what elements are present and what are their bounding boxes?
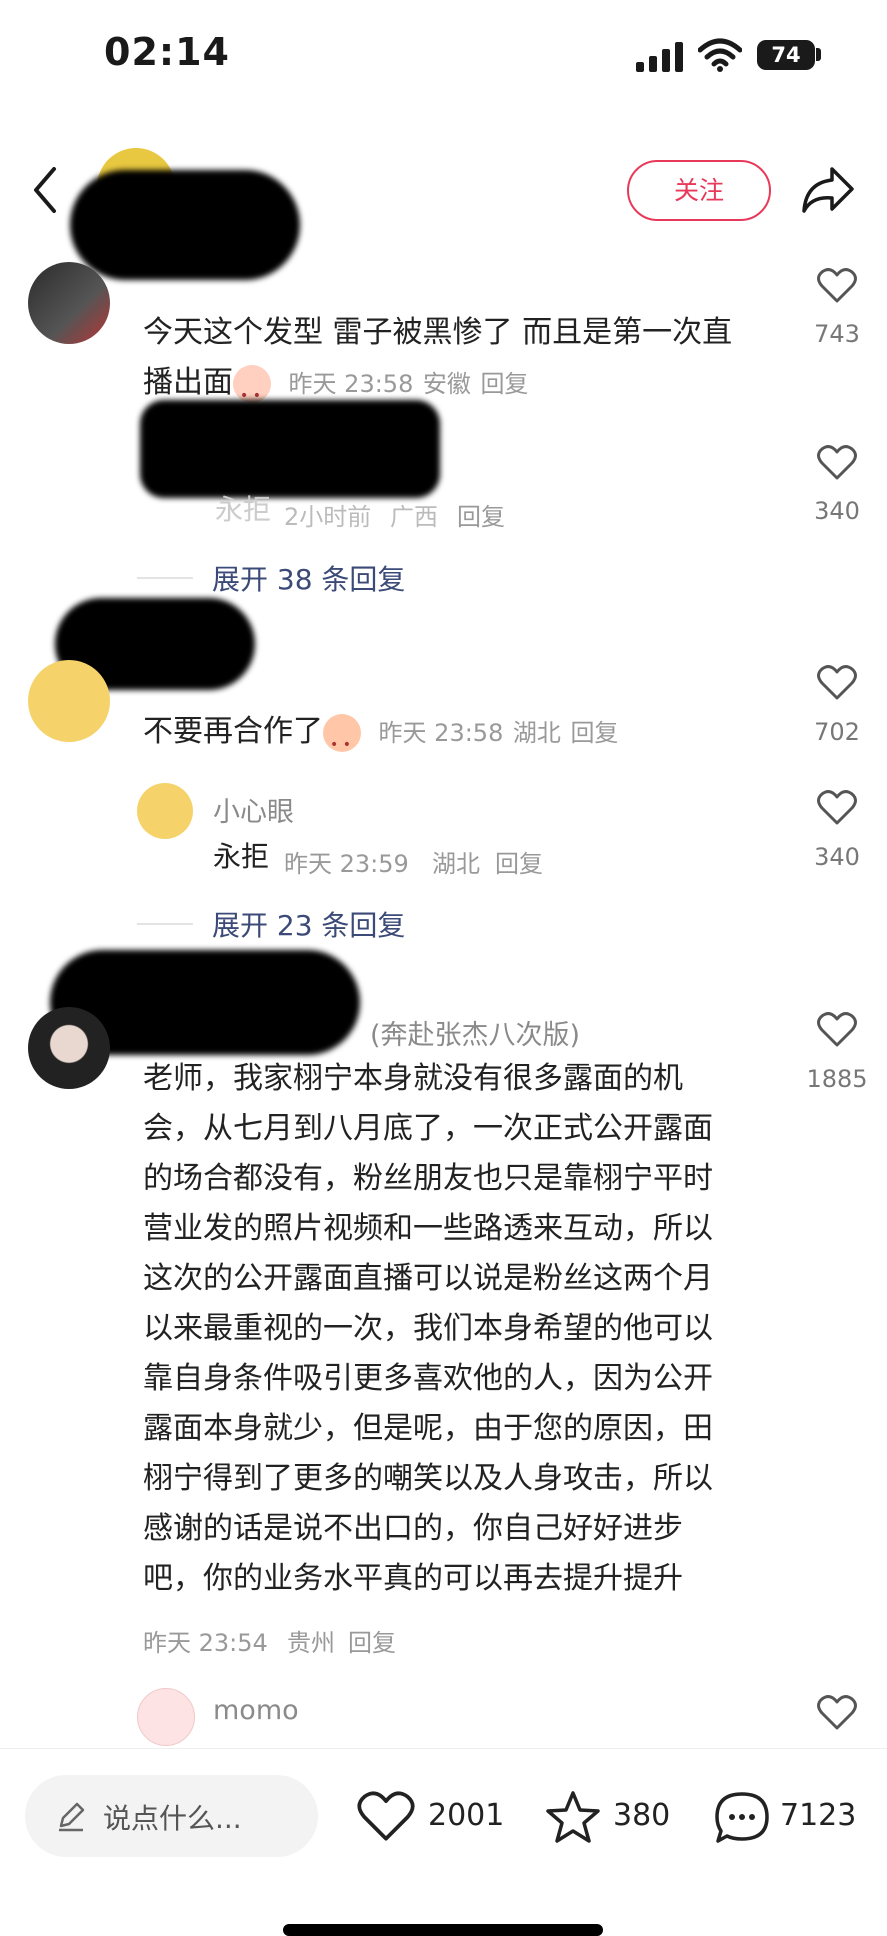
reply-text: 永拒 <box>213 840 270 873</box>
comment-line: 这次的公开露面直播可以说是粉丝这两个月 <box>143 1261 713 1296</box>
heart-icon[interactable] <box>817 1012 857 1048</box>
heart-icon[interactable] <box>817 445 857 481</box>
comment-bubble-icon[interactable] <box>713 1789 771 1845</box>
comment-input-placeholder[interactable]: 说点什么... <box>103 1797 242 1837</box>
comment-line: 营业发的照片视频和一些路透来互动，所以 <box>143 1211 713 1246</box>
comment-line: 老师，我家栩宁本身就没有很多露面的机 <box>143 1061 683 1096</box>
home-indicator <box>283 1924 603 1936</box>
battery-indicator: 74 <box>757 40 815 70</box>
comment-total: 7123 <box>780 1798 857 1833</box>
comment-time: 昨天 23:58 <box>288 370 414 398</box>
reply-avatar[interactable] <box>137 1688 195 1746</box>
comment-text-line1: 今天这个发型 雷子被黑惨了 而且是第一次直 <box>143 315 733 350</box>
redacted-author-name <box>70 170 300 280</box>
follow-button[interactable]: 关注 <box>627 160 771 221</box>
back-arrow-icon[interactable] <box>30 165 60 215</box>
divider <box>137 577 193 579</box>
comment-line: 露面本身就少，但是呢，由于您的原因，田 <box>143 1411 713 1446</box>
like-count: 702 <box>814 718 860 746</box>
reply-avatar[interactable] <box>137 783 193 839</box>
comment-username-suffix[interactable]: (奔赴张杰八次版) <box>370 1013 580 1052</box>
comment-line: 感谢的话是说不出口的，你自己好好进步 <box>143 1511 683 1546</box>
heart-icon[interactable] <box>817 268 857 304</box>
like-count: 1885 <box>806 1065 868 1093</box>
favorite-total: 380 <box>613 1798 671 1833</box>
crying-emoji-icon <box>233 364 271 421</box>
reply-button[interactable]: 回复 <box>348 1623 396 1658</box>
like-total: 2001 <box>428 1798 505 1833</box>
pencil-icon <box>59 1802 85 1832</box>
comment-text-line2: 播出面 <box>143 365 233 400</box>
comment-time: 昨天 23:54 <box>143 1629 268 1657</box>
reply-location: 广西 <box>390 503 438 531</box>
status-time: 02:14 <box>104 30 230 74</box>
comment-text: 不要再合作了 昨天 23:58 湖北 回复 <box>143 707 618 770</box>
reply-button[interactable]: 回复 <box>570 719 618 747</box>
share-icon[interactable] <box>800 165 856 215</box>
comment-line: 靠自身条件吸引更多喜欢他的人，因为公开 <box>143 1361 713 1396</box>
battery-nub <box>816 48 821 61</box>
heart-icon[interactable] <box>817 665 857 701</box>
reply-time: 2小时前 <box>284 503 372 531</box>
comment-location: 湖北 <box>512 719 561 747</box>
comment-line: 以来最重视的一次，我们本身希望的他可以 <box>143 1311 713 1346</box>
comment-time: 昨天 23:58 <box>378 719 504 747</box>
reply-button[interactable]: 回复 <box>457 497 505 532</box>
like-count: 743 <box>814 320 860 348</box>
star-icon[interactable] <box>544 1789 602 1845</box>
comment-line: 会，从七月到八月底了，一次正式公开露面 <box>143 1111 713 1146</box>
heart-icon[interactable] <box>817 1695 857 1731</box>
reply-time: 昨天 23:59 <box>284 850 409 878</box>
like-count: 340 <box>814 843 860 871</box>
reply-location: 湖北 <box>432 850 480 878</box>
redacted-reply <box>140 400 440 498</box>
like-heart-icon[interactable] <box>357 1791 415 1843</box>
comment-location: 贵州 <box>287 1629 335 1657</box>
divider <box>137 923 193 925</box>
comment-text: 老师，我家栩宁本身就没有很多露面的机 会，从七月到八月底了，一次正式公开露面 的… <box>143 1054 793 1604</box>
reply-text: 永拒 <box>215 493 272 526</box>
comment-avatar[interactable] <box>28 262 110 344</box>
comment-avatar[interactable] <box>28 660 110 742</box>
comment-line: 吧，你的业务水平真的可以再去提升提升 <box>143 1561 683 1596</box>
heart-icon[interactable] <box>817 790 857 826</box>
expand-replies-link[interactable]: 展开 23 条回复 <box>212 904 405 944</box>
like-count: 340 <box>814 497 860 525</box>
expand-replies-link[interactable]: 展开 38 条回复 <box>212 558 405 598</box>
reply-username[interactable]: momo <box>213 1695 299 1726</box>
comment-line: 的场合都没有，粉丝朋友也只是靠栩宁平时 <box>143 1161 713 1196</box>
signal-icon <box>636 42 683 72</box>
comment-text: 今天这个发型 雷子被黑惨了 而且是第一次直 播出面 昨天 23:58 安徽 回复 <box>143 308 783 421</box>
comment-text-body: 不要再合作了 <box>143 714 323 749</box>
reply-button[interactable]: 回复 <box>495 844 543 879</box>
wifi-icon <box>698 38 742 72</box>
comment-line: 栩宁得到了更多的嘲笑以及人身攻击，所以 <box>143 1461 713 1496</box>
smile-emoji-icon <box>323 713 361 770</box>
reply-button[interactable]: 回复 <box>480 370 528 398</box>
comment-location: 安徽 <box>422 370 471 398</box>
reply-username[interactable]: 小心眼 <box>213 790 294 829</box>
comment-avatar[interactable] <box>28 1007 110 1089</box>
